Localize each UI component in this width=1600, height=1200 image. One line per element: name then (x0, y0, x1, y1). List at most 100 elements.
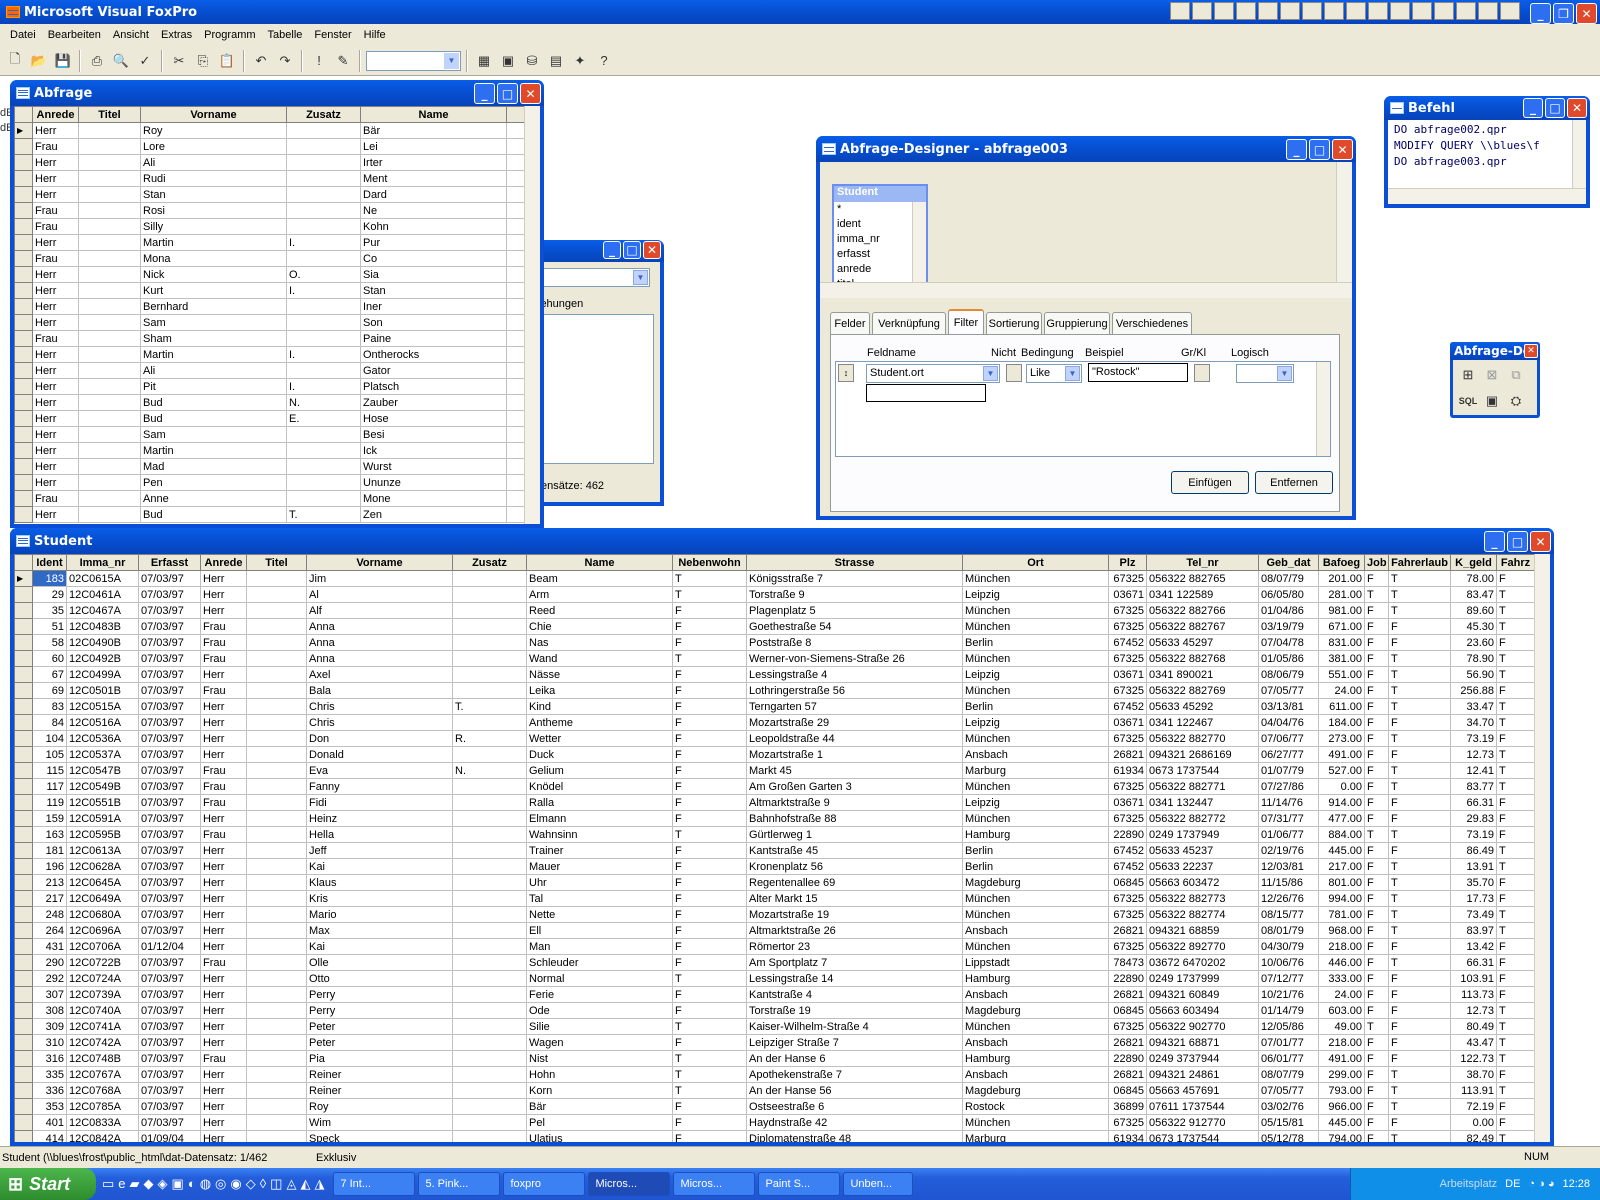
abfrage-vscroll[interactable] (524, 106, 540, 524)
table-row[interactable]: Herr Bud E. Hose (14, 410, 525, 427)
table-cell[interactable]: 04/30/79 (1258, 938, 1319, 955)
table-cell[interactable]: Mad (140, 458, 287, 475)
table-cell[interactable]: Silly (140, 218, 287, 235)
table-cell[interactable] (452, 986, 527, 1003)
menu-extras[interactable]: Extras (155, 29, 198, 41)
table-cell[interactable]: 603.00 (1318, 1002, 1365, 1019)
table-cell[interactable] (286, 202, 361, 219)
table-cell[interactable]: 26821 (1108, 986, 1147, 1003)
table-cell[interactable] (452, 906, 527, 923)
col-titel[interactable]: Titel (246, 554, 307, 571)
table-cell[interactable]: F (1364, 602, 1389, 619)
row-selector[interactable] (14, 602, 33, 619)
row-selector[interactable] (14, 858, 33, 875)
tab-filter[interactable]: Filter (948, 309, 984, 334)
table-cell[interactable]: 26821 (1108, 922, 1147, 939)
table-cell[interactable] (246, 938, 307, 955)
table-cell[interactable]: F (1496, 682, 1535, 699)
table-cell[interactable]: Pit (140, 378, 287, 395)
table-cell[interactable]: Frau (32, 202, 79, 219)
table-cell[interactable]: T (1388, 1098, 1451, 1115)
table-cell[interactable]: 67452 (1108, 858, 1147, 875)
table-cell[interactable]: Chris (306, 698, 453, 715)
table-cell[interactable]: 03671 (1108, 794, 1147, 811)
table-cell[interactable]: F (1496, 826, 1535, 843)
col-k_geld[interactable]: K_geld (1450, 554, 1497, 571)
table-cell[interactable]: 12C0516A (66, 714, 139, 731)
app-icon[interactable]: ◬ (286, 1176, 296, 1192)
table-cell[interactable]: F (1496, 634, 1535, 651)
table-row[interactable]: Herr Bud N. Zauber (14, 394, 525, 411)
table-cell[interactable]: Herr (200, 906, 247, 923)
modify-icon[interactable]: ✎ (332, 50, 354, 72)
cut-icon[interactable]: ✂ (168, 50, 190, 72)
table-cell[interactable]: 38.70 (1450, 1066, 1497, 1083)
table-cell[interactable]: 07/03/97 (138, 1018, 201, 1035)
table-row[interactable]: 163 12C0595B 07/03/97 Frau Hella Wahnsinn T Gür… (14, 826, 1535, 843)
table-cell[interactable]: Ansbach (962, 746, 1109, 763)
table-cell[interactable]: 07/03/97 (138, 698, 201, 715)
table-cell[interactable]: T (1496, 714, 1535, 731)
table-cell[interactable]: 181 (32, 842, 67, 859)
row-selector[interactable] (14, 1082, 33, 1099)
table-cell[interactable] (78, 266, 141, 283)
table-cell[interactable]: Römertor 23 (746, 938, 963, 955)
table-row[interactable]: Herr Rudi Ment (14, 170, 525, 187)
table-cell[interactable]: 056322 912770 (1146, 1114, 1259, 1131)
table-cell[interactable]: 12/03/81 (1258, 858, 1319, 875)
table-cell[interactable]: 26821 (1108, 1034, 1147, 1051)
table-cell[interactable] (78, 410, 141, 427)
table-cell[interactable]: T (672, 826, 747, 843)
table-cell[interactable]: 10/21/76 (1258, 986, 1319, 1003)
table-cell[interactable] (246, 874, 307, 891)
table-row[interactable]: 308 12C0740A 07/03/97 Herr Perry Ode F Torstraß… (14, 1002, 1535, 1019)
menu-tabelle[interactable]: Tabelle (262, 29, 309, 41)
close-button[interactable]: ✕ (520, 83, 541, 104)
table-cell[interactable]: Herr (32, 186, 79, 203)
table-cell[interactable]: Peter (306, 1018, 453, 1035)
table-cell[interactable]: F (672, 986, 747, 1003)
table-cell[interactable] (452, 746, 527, 763)
table-cell[interactable] (452, 858, 527, 875)
table-cell[interactable]: 056322 882770 (1146, 730, 1259, 747)
row-selector[interactable] (14, 314, 33, 331)
table-cell[interactable] (452, 1082, 527, 1099)
table-cell[interactable]: T (1388, 698, 1451, 715)
table-cell[interactable]: Lessingstraße 14 (746, 970, 963, 987)
table-cell[interactable]: F (1388, 634, 1451, 651)
table-cell[interactable]: Wand (526, 650, 673, 667)
table-cell[interactable]: Ferie (526, 986, 673, 1003)
row-selector[interactable] (14, 1018, 33, 1035)
minimize-button[interactable]: _ (1286, 139, 1307, 160)
restore-button[interactable]: ❐ (1553, 3, 1574, 24)
row-selector[interactable] (14, 666, 33, 683)
table-row[interactable]: 310 12C0742A 07/03/97 Herr Peter Wagen F Leipzi… (14, 1034, 1535, 1051)
table-cell[interactable]: 0249 1737999 (1146, 970, 1259, 987)
table-cell[interactable]: Bud (140, 410, 287, 427)
table-cell[interactable]: 07/03/97 (138, 810, 201, 827)
table-cell[interactable]: Knödel (526, 778, 673, 795)
print-icon[interactable]: ⎙ (86, 50, 108, 72)
table-cell[interactable]: 24.00 (1318, 986, 1365, 1003)
table-cell[interactable]: Frau (200, 762, 247, 779)
table-cell[interactable]: Sam (140, 314, 287, 331)
maximize-button[interactable]: □ (1545, 98, 1565, 118)
entfernen-button[interactable]: Entfernen (1255, 471, 1333, 494)
row-selector[interactable] (14, 378, 33, 395)
table-cell[interactable]: 12C0595B (66, 826, 139, 843)
table-cell[interactable]: Frau (200, 682, 247, 699)
col-plz[interactable]: Plz (1108, 554, 1147, 571)
table-row[interactable]: 336 12C0768A 07/03/97 Herr Reiner Korn T An der… (14, 1082, 1535, 1099)
table-cell[interactable]: 256.88 (1450, 682, 1497, 699)
table-cell[interactable]: 12C0547B (66, 762, 139, 779)
table-cell[interactable]: Am Großen Garten 3 (746, 778, 963, 795)
table-cell[interactable]: I. (286, 346, 361, 363)
task-button[interactable]: Paint S... (758, 1172, 841, 1196)
table-cell[interactable]: F (672, 730, 747, 747)
table-cell[interactable]: 01/09/04 (138, 1130, 201, 1142)
table-cell[interactable]: München (962, 810, 1109, 827)
table-cell[interactable]: 094321 68871 (1146, 1034, 1259, 1051)
table-cell[interactable] (286, 330, 361, 347)
table-cell[interactable]: Herr (200, 602, 247, 619)
col-tel_nr[interactable]: Tel_nr (1146, 554, 1259, 571)
